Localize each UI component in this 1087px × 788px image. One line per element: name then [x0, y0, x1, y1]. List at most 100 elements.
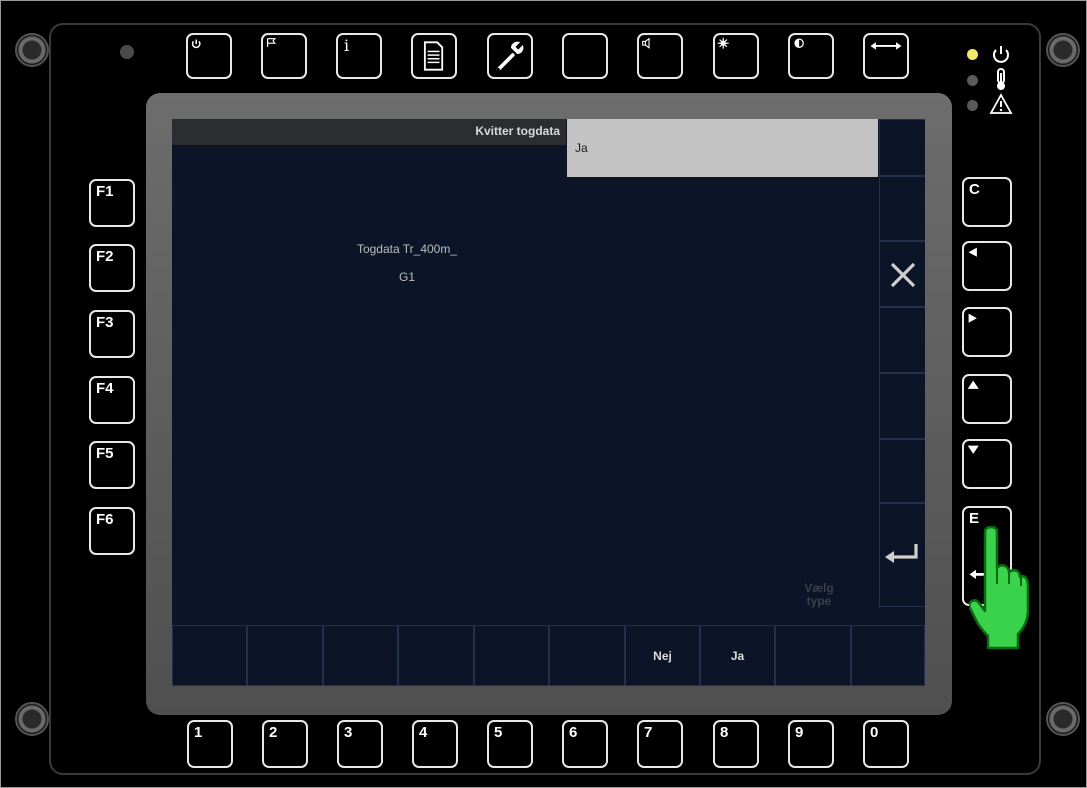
info-icon: i: [344, 36, 350, 55]
select-type-hint-line2: type: [806, 594, 832, 608]
speaker-key[interactable]: [637, 33, 683, 79]
select-type-hint: Vælg type: [789, 582, 849, 608]
f2-key[interactable]: F2: [89, 244, 135, 292]
number-key-0[interactable]: 0: [863, 720, 909, 768]
number-key-2-label: 2: [269, 724, 278, 741]
f1-key-label: F1: [96, 183, 114, 200]
number-key-9-label: 9: [795, 724, 804, 741]
number-key-3[interactable]: 3: [337, 720, 383, 768]
dmi-device-frame: i F1 F2 F3 F4 F5 F6 C E 1 2 3 4 5 6 7 8 …: [0, 0, 1087, 788]
bottom-button-3[interactable]: [323, 625, 398, 686]
number-key-3-label: 3: [344, 724, 353, 741]
number-key-1-label: 1: [194, 724, 203, 741]
bottom-button-10[interactable]: [851, 625, 925, 686]
side-button-5[interactable]: [879, 373, 925, 439]
contrast-key[interactable]: [788, 33, 834, 79]
bottom-button-4[interactable]: [398, 625, 474, 686]
warning-status-led: [967, 100, 978, 111]
power-icon: [191, 39, 201, 49]
arrow-up-icon: [967, 380, 979, 389]
number-key-9[interactable]: 9: [788, 720, 834, 768]
number-key-4[interactable]: 4: [412, 720, 458, 768]
bottom-button-6[interactable]: [549, 625, 625, 686]
info-key[interactable]: i: [336, 33, 382, 79]
arrow-down-icon: [967, 445, 979, 454]
side-button-1[interactable]: [879, 119, 925, 176]
number-key-5[interactable]: 5: [487, 720, 533, 768]
down-key[interactable]: [962, 439, 1012, 489]
f2-key-label: F2: [96, 248, 114, 265]
number-key-6[interactable]: 6: [562, 720, 608, 768]
f6-key-label: F6: [96, 511, 114, 528]
bottom-button-5[interactable]: [474, 625, 549, 686]
close-button[interactable]: [879, 241, 925, 307]
side-button-2[interactable]: [879, 176, 925, 241]
window-title: Kvitter togdata: [475, 124, 560, 138]
f3-key[interactable]: F3: [89, 310, 135, 358]
screw-top-left: [15, 33, 49, 67]
number-key-2[interactable]: 2: [262, 720, 308, 768]
f3-key-label: F3: [96, 314, 114, 331]
train-data-value: G1: [398, 270, 415, 284]
bottom-button-1[interactable]: [172, 625, 247, 686]
dmi-screen: Kvitter togdata Ja Togdata Tr_400m_ G1 V…: [172, 119, 925, 686]
bottom-button-9[interactable]: [775, 625, 851, 686]
number-key-6-label: 6: [569, 724, 578, 741]
thermometer-icon: [997, 68, 1005, 90]
brightness-icon: [717, 37, 729, 49]
blank-key[interactable]: [562, 33, 608, 79]
side-button-4[interactable]: [879, 307, 925, 373]
arrow-left-icon: [968, 247, 977, 257]
wrench-key[interactable]: [487, 33, 533, 79]
swap-horizontal-key[interactable]: [863, 33, 909, 79]
enter-icon: [885, 544, 918, 563]
number-key-8-label: 8: [720, 724, 729, 741]
flag-icon: [266, 38, 277, 47]
warning-icon: [989, 93, 1013, 114]
bottom-button-2[interactable]: [247, 625, 323, 686]
document-key[interactable]: [411, 33, 457, 79]
wrench-icon: [496, 41, 524, 72]
train-data-label: Togdata Tr_400m_: [356, 242, 458, 256]
no-button[interactable]: Nej: [625, 625, 700, 686]
f5-key[interactable]: F5: [89, 441, 135, 489]
number-key-0-label: 0: [870, 724, 879, 741]
clear-key[interactable]: C: [962, 177, 1012, 227]
side-button-6[interactable]: [879, 439, 925, 503]
arrow-right-icon: [968, 313, 977, 323]
contrast-icon: [794, 38, 804, 48]
power-key[interactable]: [186, 33, 232, 79]
power-status-led: [967, 49, 978, 60]
left-key[interactable]: [962, 241, 1012, 291]
up-key[interactable]: [962, 374, 1012, 424]
right-key[interactable]: [962, 307, 1012, 357]
window-title-bar: Kvitter togdata: [172, 119, 566, 145]
brightness-key[interactable]: [713, 33, 759, 79]
data-input-field[interactable]: Ja: [567, 119, 878, 177]
f5-key-label: F5: [96, 445, 114, 462]
yes-button[interactable]: Ja: [700, 625, 775, 686]
bottom-button-bar: Nej Ja: [172, 625, 925, 686]
f6-key[interactable]: F6: [89, 507, 135, 555]
temperature-status-led: [967, 75, 978, 86]
f1-key[interactable]: F1: [89, 179, 135, 227]
swap-horizontal-icon: [870, 42, 902, 50]
f4-key[interactable]: F4: [89, 376, 135, 424]
number-key-8[interactable]: 8: [713, 720, 759, 768]
close-icon: [890, 262, 916, 288]
f4-key-label: F4: [96, 380, 114, 397]
screw-top-right: [1046, 33, 1080, 67]
number-key-4-label: 4: [419, 724, 428, 741]
clear-key-label: C: [969, 181, 980, 198]
speaker-icon: [642, 37, 650, 49]
number-key-7-label: 7: [644, 724, 653, 741]
number-key-7[interactable]: 7: [637, 720, 683, 768]
screw-bottom-right: [1046, 702, 1080, 736]
number-key-1[interactable]: 1: [187, 720, 233, 768]
number-key-5-label: 5: [494, 724, 503, 741]
side-button-column: [879, 119, 925, 607]
flag-key[interactable]: [261, 33, 307, 79]
power-icon: [993, 46, 1009, 63]
enter-button[interactable]: [879, 503, 925, 607]
data-input-value: Ja: [575, 141, 588, 155]
